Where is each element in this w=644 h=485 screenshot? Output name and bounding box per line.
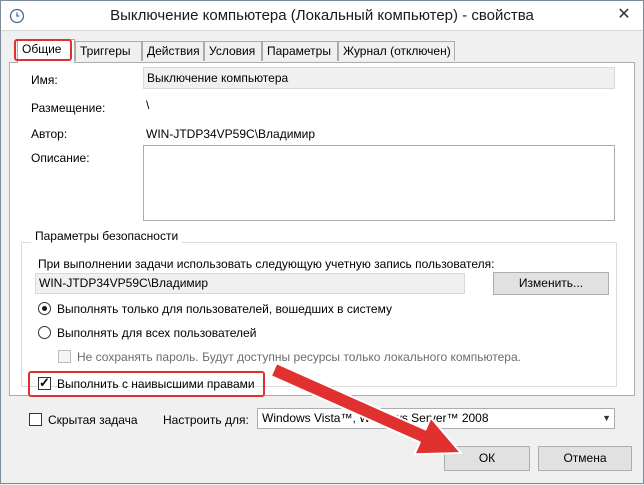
window-title: Выключение компьютера (Локальный компьют… <box>110 7 534 24</box>
radio-all-users-label[interactable]: Выполнять для всех пользователей <box>57 326 256 340</box>
name-field[interactable]: Выключение компьютера <box>143 67 615 89</box>
author-label: Автор: <box>31 127 68 141</box>
location-value: \ <box>146 98 150 112</box>
ok-button[interactable]: ОК <box>444 446 530 471</box>
tab-history[interactable]: Журнал (отключен) <box>338 41 455 61</box>
title-bar: Выключение компьютера (Локальный компьют… <box>1 1 643 31</box>
tab-conditions[interactable]: Условия <box>204 41 262 61</box>
configure-for-value: Windows Vista™, Windows Server™ 2008 <box>262 411 489 425</box>
hidden-task-label[interactable]: Скрытая задача <box>48 413 138 427</box>
tab-annotation-box <box>14 39 72 61</box>
checkbox-annotation-box <box>28 371 265 397</box>
security-group-title: Параметры безопасности <box>31 229 183 243</box>
cancel-button[interactable]: Отмена <box>538 446 632 471</box>
close-button[interactable]: ✕ <box>611 3 637 27</box>
no-store-password-checkbox[interactable] <box>58 350 71 363</box>
no-store-password-label: Не сохранять пароль. Будут доступны ресу… <box>77 350 521 364</box>
chevron-down-icon: ▼ <box>602 413 611 423</box>
tab-actions[interactable]: Действия <box>142 41 204 61</box>
radio-logged-on[interactable] <box>38 302 51 315</box>
configure-for-label: Настроить для: <box>163 413 249 427</box>
radio-all-users[interactable] <box>38 326 51 339</box>
tab-settings[interactable]: Параметры <box>262 41 338 61</box>
description-label: Описание: <box>31 151 90 165</box>
properties-window: Выключение компьютера (Локальный компьют… <box>0 0 644 484</box>
close-icon: ✕ <box>617 6 631 23</box>
location-label: Размещение: <box>31 101 106 115</box>
name-label: Имя: <box>31 73 58 87</box>
change-user-button[interactable]: Изменить... <box>493 272 609 295</box>
author-value: WIN-JTDP34VP59C\Владимир <box>146 127 316 141</box>
configure-for-select[interactable]: Windows Vista™, Windows Server™ 2008 ▼ <box>257 408 615 429</box>
radio-logged-on-label[interactable]: Выполнять только для пользователей, воше… <box>57 302 392 316</box>
account-field: WIN-JTDP34VP59C\Владимир <box>35 273 465 294</box>
tab-triggers[interactable]: Триггеры <box>75 41 142 61</box>
radio-selected-dot <box>42 306 47 311</box>
description-textarea[interactable] <box>143 145 615 221</box>
account-prompt: При выполнении задачи использовать следу… <box>38 257 495 271</box>
hidden-task-checkbox[interactable] <box>29 413 42 426</box>
